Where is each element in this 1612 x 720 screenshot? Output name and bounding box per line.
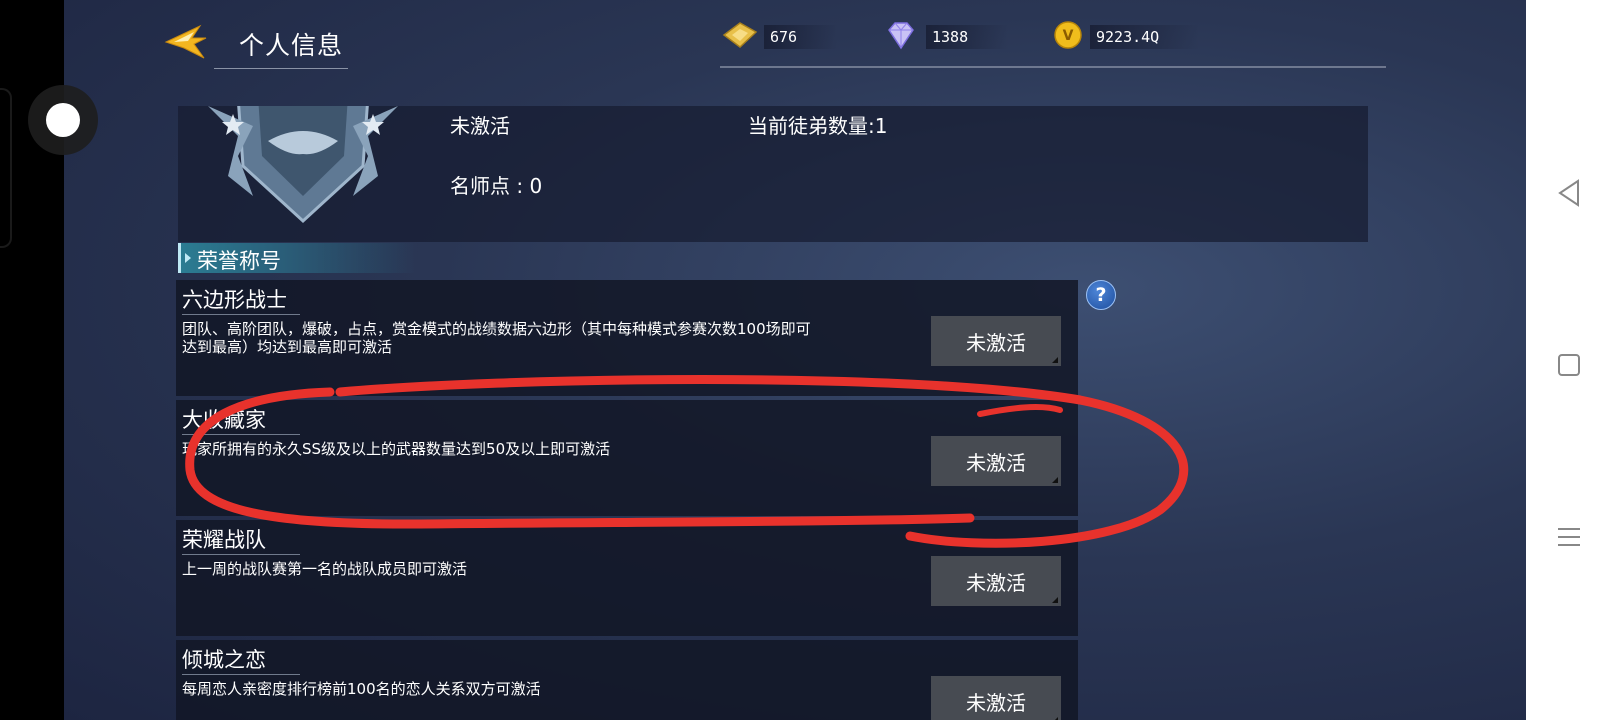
corner-triangle-icon xyxy=(1052,597,1058,603)
currency-diamond: 1388 xyxy=(882,20,1009,54)
coin-icon: V xyxy=(1052,20,1084,54)
section-accent-bar xyxy=(178,243,181,273)
title-name-underline xyxy=(182,674,300,675)
assist-ball-dot xyxy=(46,103,80,137)
mentor-emblem-icon xyxy=(198,106,408,226)
help-icon[interactable]: ? xyxy=(1086,280,1116,310)
title-name: 倾城之恋 xyxy=(182,648,266,672)
section-honor-titles: 荣誉称号 xyxy=(178,243,418,273)
title-name-underline xyxy=(182,434,300,435)
corner-triangle-icon xyxy=(1052,357,1058,363)
title-underline xyxy=(214,68,348,69)
currency-coin: V 9223.4Q xyxy=(1052,20,1200,54)
floating-assist-ball[interactable] xyxy=(28,85,98,155)
activate-button[interactable]: 未激活 xyxy=(931,556,1061,606)
diamond-amount: 1388 xyxy=(926,25,1009,49)
activate-button-label: 未激活 xyxy=(966,570,1026,595)
title-card-glory-team: 荣耀战队 上一周的战队赛第一名的战队成员即可激活 未激活 xyxy=(176,520,1078,636)
section-arrow-icon xyxy=(185,253,191,263)
currency-underline xyxy=(720,66,1386,68)
menu-nav-icon[interactable] xyxy=(1546,514,1592,560)
coin-amount: 9223.4Q xyxy=(1090,25,1200,49)
title-card-city-love: 倾城之恋 每周恋人亲密度排行榜前100名的恋人关系双方可激活 未激活 xyxy=(176,640,1078,720)
mentor-points: 名师点 : 0 xyxy=(450,174,543,198)
page-title: 个人信息 xyxy=(239,31,344,60)
gold-ticket-amount: 676 xyxy=(764,25,838,49)
game-screen: 个人信息 676 1388 V 9223.4Q 未激活 当前徒弟数量:1 名师点… xyxy=(64,0,1526,720)
title-card-hexagon-warrior: 六边形战士 团队、高阶团队，爆破，占点，赏金模式的战绩数据六边形（其中每种模式参… xyxy=(176,280,1078,396)
svg-text:V: V xyxy=(1063,28,1074,44)
title-description: 团队、高阶团队，爆破，占点，赏金模式的战绩数据六边形（其中每种模式参赛次数100… xyxy=(182,320,811,356)
activate-button-label: 未激活 xyxy=(966,690,1026,715)
gold-ticket-icon xyxy=(720,20,758,54)
mentor-status: 未激活 xyxy=(450,114,510,138)
back-nav-icon[interactable] xyxy=(1546,170,1592,216)
corner-triangle-icon xyxy=(1052,477,1058,483)
activate-button-label: 未激活 xyxy=(966,330,1026,355)
diamond-icon xyxy=(882,20,920,54)
title-description: 上一周的战队赛第一名的战队成员即可激活 xyxy=(182,560,468,578)
profile-panel: 未激活 当前徒弟数量:1 名师点 : 0 xyxy=(178,106,1368,242)
title-name: 大收藏家 xyxy=(182,408,266,432)
activate-button-label: 未激活 xyxy=(966,450,1026,475)
system-nav-bar xyxy=(1526,0,1612,720)
activate-button[interactable]: 未激活 xyxy=(931,436,1061,486)
title-name-underline xyxy=(182,314,300,315)
edge-notch xyxy=(0,88,12,248)
activate-button[interactable]: 未激活 xyxy=(931,316,1061,366)
home-nav-icon[interactable] xyxy=(1546,342,1592,388)
currency-gold-ticket: 676 xyxy=(720,20,838,54)
back-arrow-icon[interactable] xyxy=(164,22,208,62)
title-name: 六边形战士 xyxy=(182,288,287,312)
title-description: 玩家所拥有的永久SS级及以上的武器数量达到50及以上即可激活 xyxy=(182,440,611,458)
title-name-underline xyxy=(182,554,300,555)
title-description: 每周恋人亲密度排行榜前100名的恋人关系双方可激活 xyxy=(182,680,541,698)
title-name: 荣耀战队 xyxy=(182,528,266,552)
apprentice-count: 当前徒弟数量:1 xyxy=(748,114,888,138)
activate-button[interactable]: 未激活 xyxy=(931,676,1061,720)
title-card-grand-collector: 大收藏家 玩家所拥有的永久SS级及以上的武器数量达到50及以上即可激活 未激活 xyxy=(176,400,1078,516)
section-title: 荣誉称号 xyxy=(197,249,281,273)
